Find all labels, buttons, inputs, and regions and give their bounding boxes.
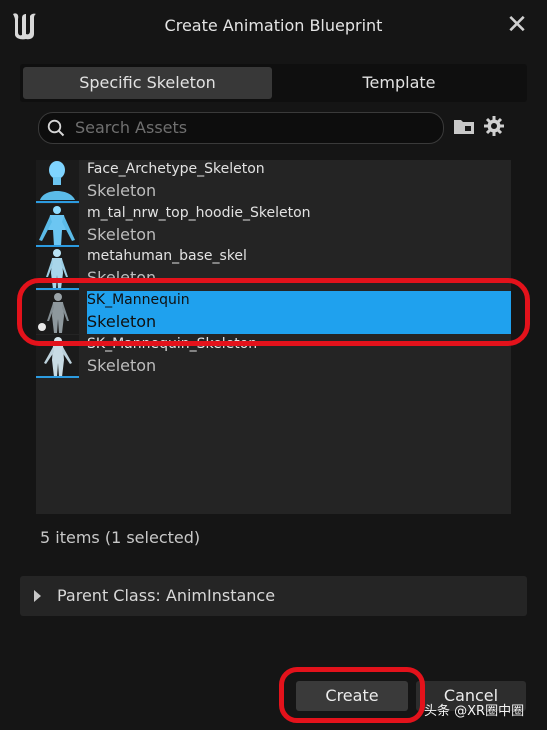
skeleton-thumbnail (36, 160, 79, 203)
search-placeholder: Search Assets (75, 118, 188, 137)
close-icon[interactable]: ✕ (505, 12, 529, 38)
item-name: metahuman_base_skel (87, 248, 247, 264)
item-name: SK_Mannequin_Skeleton (87, 336, 258, 352)
item-name: m_tal_nrw_top_hoodie_Skeleton (87, 205, 311, 221)
search-input[interactable]: Search Assets (38, 112, 444, 144)
mannequin-thumbnail (36, 291, 79, 334)
tab-template[interactable]: Template (274, 67, 524, 99)
dialog-title: Create Animation Blueprint (164, 16, 383, 35)
item-type: Skeleton (87, 181, 157, 200)
skeleton-thumbnail (36, 247, 79, 290)
list-item[interactable]: m_tal_nrw_top_hoodie_Skeleton Skeleton (36, 204, 511, 247)
item-type: Skeleton (87, 225, 157, 244)
item-name: SK_Mannequin (87, 292, 190, 308)
item-name: Face_Archetype_Skeleton (87, 161, 265, 177)
item-type: Skeleton (87, 356, 157, 375)
tab-bar: Specific Skeleton Template (20, 64, 527, 102)
list-item[interactable]: SK_Mannequin_Skeleton Skeleton (36, 335, 511, 378)
skeleton-thumbnail (36, 335, 79, 378)
list-item[interactable]: Face_Archetype_Skeleton Skeleton (36, 160, 511, 203)
skeleton-thumbnail (36, 204, 79, 247)
gear-icon[interactable] (483, 115, 505, 137)
title-bar: Create Animation Blueprint ✕ (0, 0, 547, 52)
list-item-selected[interactable]: SK_Mannequin Skeleton (36, 291, 511, 334)
search-icon (47, 119, 65, 137)
parent-class-expander[interactable]: Parent Class: AnimInstance (20, 576, 527, 616)
list-item[interactable]: metahuman_base_skel Skeleton (36, 247, 511, 290)
tab-specific-skeleton[interactable]: Specific Skeleton (23, 67, 272, 99)
asset-list[interactable]: Face_Archetype_Skeleton Skeleton m_tal_n… (36, 160, 511, 514)
watermark: 头条 @XR圈中圈 (424, 704, 525, 719)
parent-class-label: Parent Class: AnimInstance (57, 586, 276, 605)
chevron-right-icon (34, 590, 41, 602)
folder-icon[interactable] (453, 116, 475, 136)
item-type: Skeleton (87, 312, 157, 331)
item-count: 5 items (1 selected) (40, 528, 201, 547)
item-type: Skeleton (87, 268, 157, 287)
create-button[interactable]: Create (296, 681, 408, 711)
